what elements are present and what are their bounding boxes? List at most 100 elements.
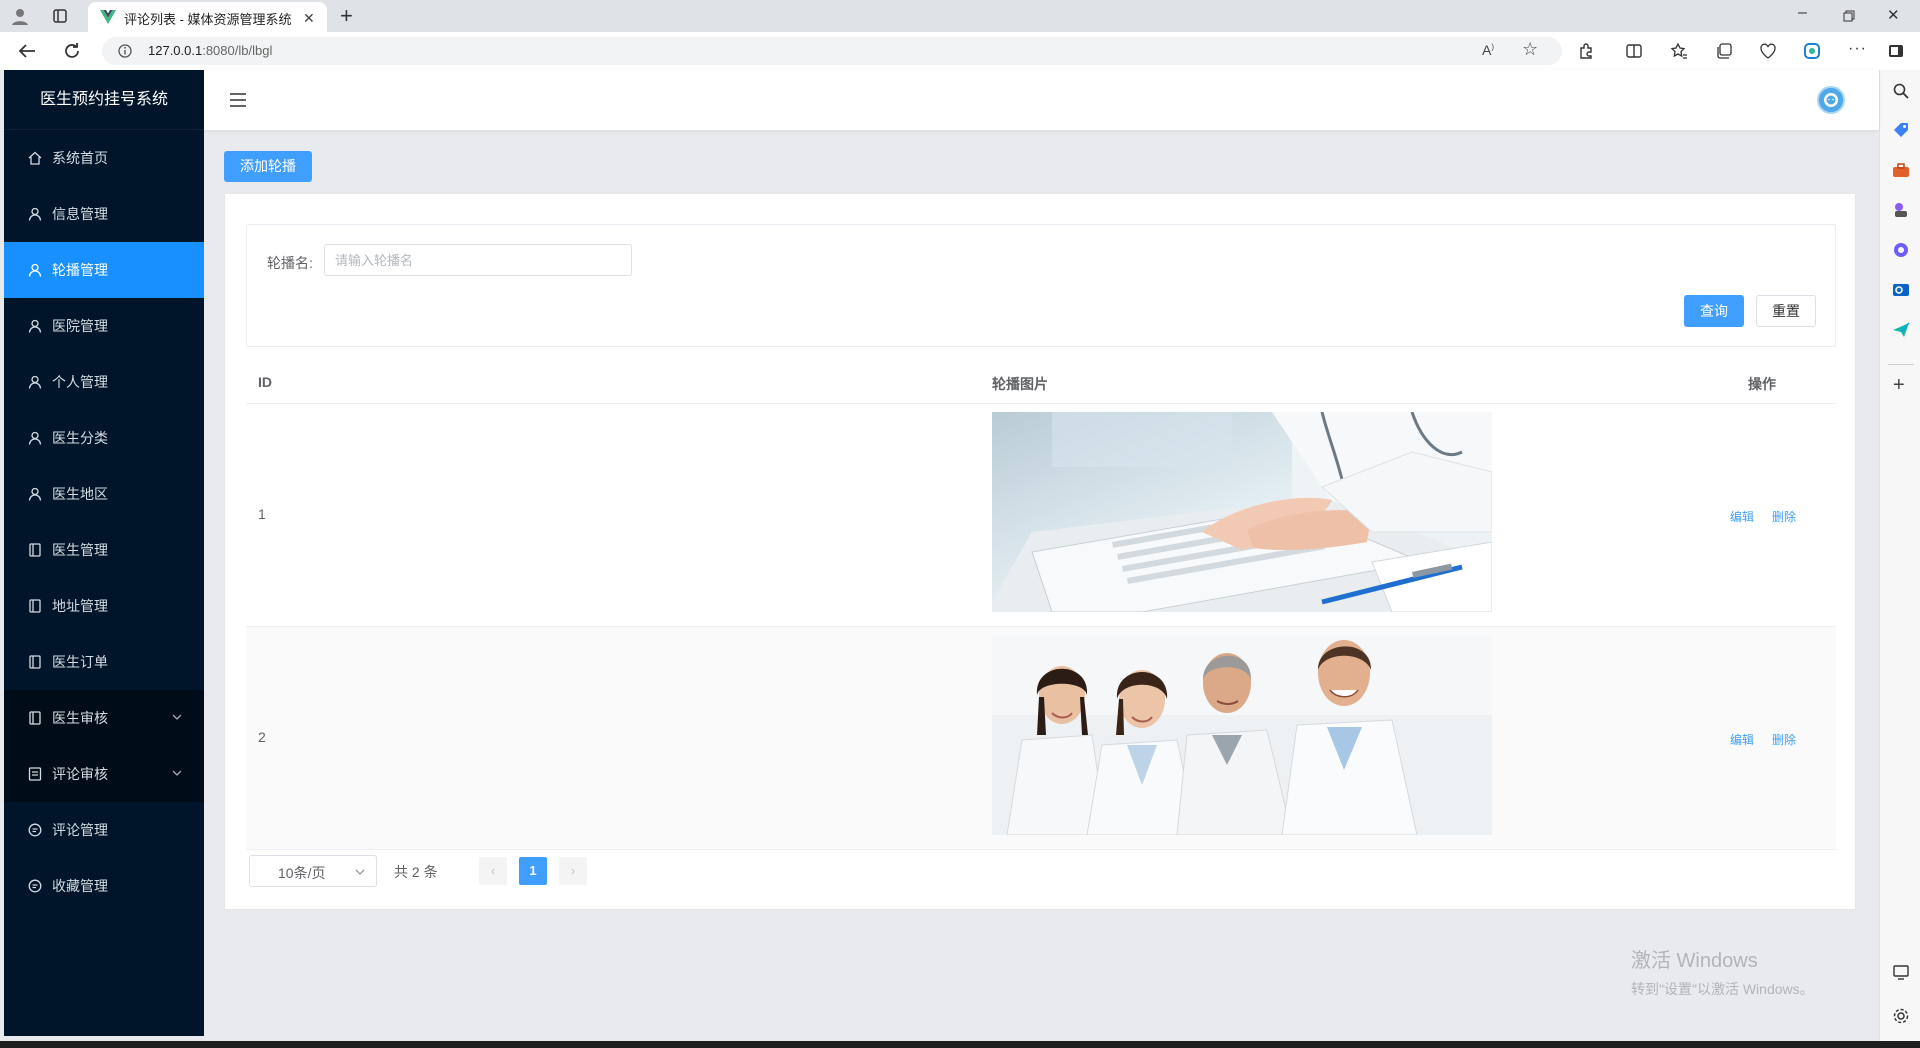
games-icon[interactable] xyxy=(1892,201,1910,219)
watermark-line-2: 转到"设置"以激活 Windows。 xyxy=(1631,981,1814,997)
screenshot-icon[interactable] xyxy=(1892,963,1910,981)
sidebar-item-doctor-review[interactable]: 医生审核 xyxy=(4,690,204,746)
sidebar-item-label: 信息管理 xyxy=(52,206,108,222)
user-avatar-icon xyxy=(1824,93,1838,107)
table-row: 1 编辑 删除 xyxy=(246,404,1836,627)
copilot-icon[interactable] xyxy=(1803,42,1821,60)
windows-activation-watermark: 激活 Windows 转到"设置"以激活 Windows。 xyxy=(1631,944,1814,999)
back-icon[interactable] xyxy=(18,43,36,59)
document-icon xyxy=(29,599,41,613)
url-bar[interactable]: 127.0.0.1:8080/lb/lbgl A) ☆ xyxy=(102,37,1562,65)
page-number-current[interactable]: 1 xyxy=(519,857,547,885)
collections-icon[interactable] xyxy=(1715,42,1733,60)
carousel-name-input[interactable] xyxy=(324,244,632,276)
list-icon xyxy=(28,767,42,781)
carousel-name-label: 轮播名: xyxy=(267,255,313,271)
settings-gear-icon[interactable] xyxy=(1892,1007,1910,1025)
sidebar-item-label: 医院管理 xyxy=(52,318,108,334)
browser-address-bar: 127.0.0.1:8080/lb/lbgl A) ☆ ··· xyxy=(0,32,1920,70)
browser-essentials-icon[interactable] xyxy=(1759,42,1777,60)
sidebar-item-address[interactable]: 地址管理 xyxy=(4,578,204,634)
user-icon xyxy=(28,375,42,389)
split-screen-icon[interactable] xyxy=(1626,43,1642,59)
sidebar-item-favorites[interactable]: 收藏管理 xyxy=(4,858,204,914)
profile-icon[interactable] xyxy=(10,6,30,26)
sidebar-item-info[interactable]: 信息管理 xyxy=(4,186,204,242)
close-window-icon[interactable]: ✕ xyxy=(1887,6,1900,24)
sidebar-item-label: 医生分类 xyxy=(52,430,108,446)
browser-title-bar: 评论列表 - 媒体资源管理系统 ✕ + – ✕ xyxy=(0,0,1920,32)
outlook-icon[interactable] xyxy=(1892,281,1910,299)
refresh-icon[interactable] xyxy=(63,42,81,60)
sidebar-item-comment-review[interactable]: 评论审核 xyxy=(4,746,204,802)
page-size-select[interactable]: 10条/页 xyxy=(249,855,377,887)
sidebar-item-doctor-category[interactable]: 医生分类 xyxy=(4,410,204,466)
sidebar-item-comment-manage[interactable]: 评论管理 xyxy=(4,802,204,858)
sidebar-item-label: 医生管理 xyxy=(52,542,108,558)
sidebar-item-home[interactable]: 系统首页 xyxy=(4,130,204,186)
user-icon xyxy=(28,207,42,221)
document-icon xyxy=(29,543,41,557)
sidebar-item-personal[interactable]: 个人管理 xyxy=(4,354,204,410)
app-logo-title: 医生预约挂号系统 xyxy=(4,70,204,130)
close-tab-icon[interactable]: ✕ xyxy=(303,10,315,27)
delete-link[interactable]: 删除 xyxy=(1772,508,1796,525)
query-button[interactable]: 查询 xyxy=(1684,295,1744,327)
next-page-button[interactable]: › xyxy=(559,857,587,885)
page-size-value: 10条/页 xyxy=(278,865,326,881)
edit-link[interactable]: 编辑 xyxy=(1730,731,1754,748)
tab-title: 评论列表 - 媒体资源管理系统 xyxy=(124,12,292,27)
restore-icon[interactable] xyxy=(1843,10,1855,22)
carousel-image xyxy=(992,635,1492,835)
user-icon xyxy=(28,263,42,277)
read-aloud-icon[interactable]: A) xyxy=(1482,42,1494,58)
prev-page-button[interactable]: ‹ xyxy=(479,857,507,885)
sidebar-item-doctor-orders[interactable]: 医生订单 xyxy=(4,634,204,690)
url-path: :8080/lb/lbgl xyxy=(202,43,273,58)
sidebar-item-hospital[interactable]: 医院管理 xyxy=(4,298,204,354)
document-icon xyxy=(29,711,41,725)
delete-link[interactable]: 删除 xyxy=(1772,731,1796,748)
vue-logo-icon xyxy=(100,10,116,24)
m365-icon[interactable] xyxy=(1892,241,1910,259)
sidebar-item-carousel[interactable]: 轮播管理 xyxy=(4,242,204,298)
table-row: 2 编辑 删除 xyxy=(246,627,1836,850)
new-tab-icon[interactable]: + xyxy=(340,3,353,29)
chevron-down-icon xyxy=(172,714,182,720)
edit-link[interactable]: 编辑 xyxy=(1730,508,1754,525)
hamburger-menu-icon[interactable] xyxy=(228,90,248,110)
send-icon[interactable] xyxy=(1892,321,1910,339)
row-id: 1 xyxy=(258,506,266,522)
sidebar-item-doctor-manage[interactable]: 医生管理 xyxy=(4,522,204,578)
chat-icon xyxy=(28,823,42,837)
browser-tab[interactable]: 评论列表 - 媒体资源管理系统 ✕ xyxy=(88,2,327,32)
watermark-line-1: 激活 Windows xyxy=(1631,950,1758,972)
favorite-star-icon[interactable]: ☆ xyxy=(1522,39,1538,60)
sidebar-toggle-icon[interactable] xyxy=(1888,43,1904,59)
column-header-id: ID xyxy=(258,374,272,390)
user-icon xyxy=(28,431,42,445)
add-sidebar-app-icon[interactable]: + xyxy=(1893,374,1905,397)
sidebar-item-label: 医生地区 xyxy=(52,486,108,502)
reset-button[interactable]: 重置 xyxy=(1756,295,1816,327)
sidebar-item-label: 轮播管理 xyxy=(52,262,108,278)
sidebar-item-label: 系统首页 xyxy=(52,150,108,166)
tab-actions-icon[interactable] xyxy=(52,8,68,24)
doctor-typing-keyboard-photo xyxy=(992,412,1492,612)
toolbox-icon[interactable] xyxy=(1892,161,1910,179)
url-host: 127.0.0.1 xyxy=(148,43,203,58)
avatar[interactable] xyxy=(1817,86,1845,114)
search-icon[interactable] xyxy=(1892,82,1910,100)
edge-sidebar: + xyxy=(1879,70,1920,1041)
sidebar-item-doctor-region[interactable]: 医生地区 xyxy=(4,466,204,522)
minimize-icon[interactable]: – xyxy=(1798,4,1807,22)
extensions-icon[interactable] xyxy=(1578,43,1594,59)
shopping-tag-icon[interactable] xyxy=(1892,121,1910,139)
more-menu-icon[interactable]: ··· xyxy=(1848,40,1867,58)
add-carousel-button[interactable]: 添加轮播 xyxy=(224,151,312,182)
sidebar-item-label: 医生订单 xyxy=(52,654,108,670)
document-icon xyxy=(29,655,41,669)
favorites-icon[interactable] xyxy=(1670,42,1688,60)
sidebar-item-label: 评论管理 xyxy=(52,822,108,838)
site-info-icon[interactable] xyxy=(118,44,132,58)
